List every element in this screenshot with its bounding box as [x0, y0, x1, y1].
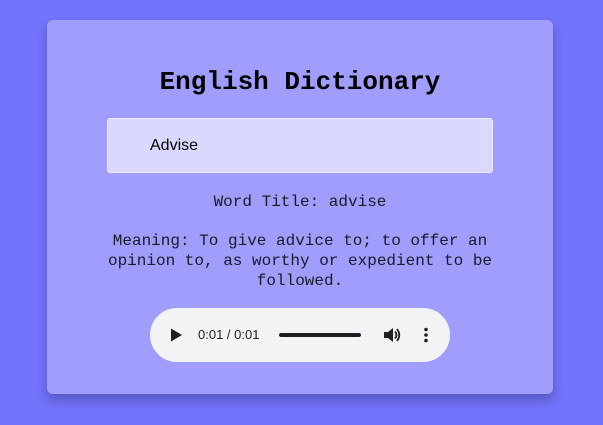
more-vert-icon[interactable]: [416, 325, 436, 345]
play-icon[interactable]: [168, 327, 184, 343]
progress-fill: [279, 333, 361, 337]
progress-slider[interactable]: [279, 333, 361, 337]
word-meaning: Meaning: To give advice to; to offer an …: [107, 232, 493, 290]
time-display: 0:01 / 0:01: [198, 327, 260, 342]
app-title: English Dictionary: [159, 67, 441, 97]
word-title: Word Title: advise: [213, 193, 387, 211]
search-input[interactable]: [107, 118, 493, 173]
dictionary-card: English Dictionary Word Title: advise Me…: [47, 20, 553, 394]
audio-player: 0:01 / 0:01: [150, 308, 450, 362]
volume-icon[interactable]: [382, 325, 402, 345]
